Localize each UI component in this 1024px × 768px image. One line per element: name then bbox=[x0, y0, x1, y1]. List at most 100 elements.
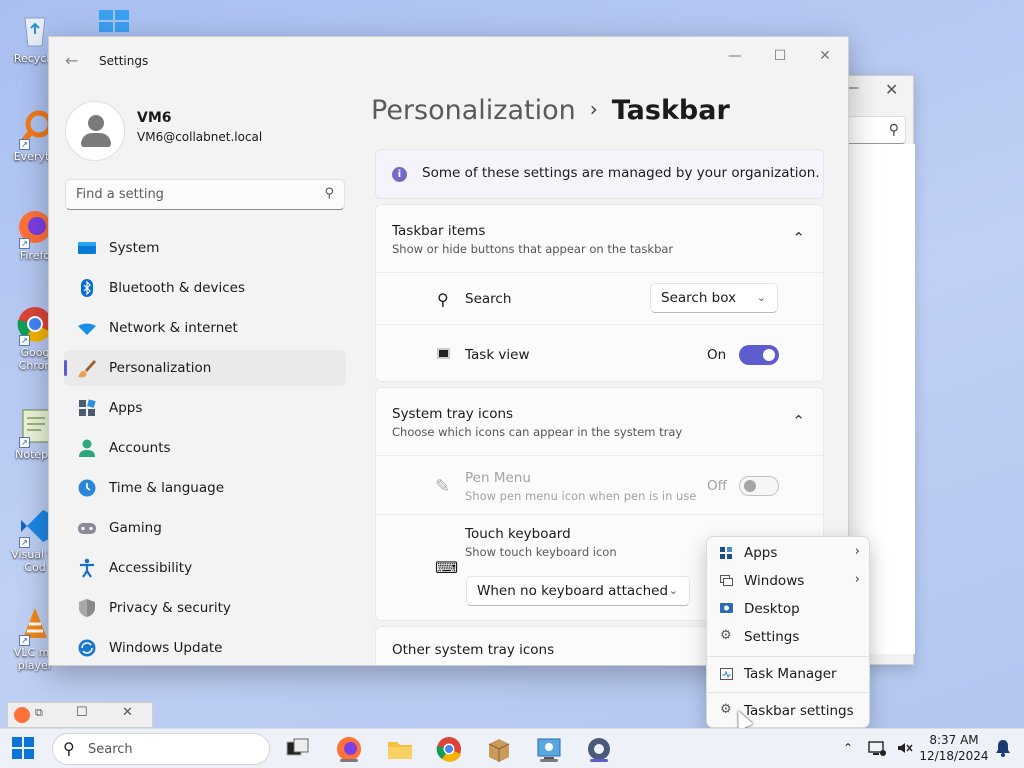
section-subtitle: Show or hide buttons that appear on the … bbox=[392, 242, 674, 256]
firefox-mini-window[interactable]: ⧉ ☐ ✕ bbox=[7, 702, 153, 728]
maximize-button[interactable]: ☐ bbox=[757, 41, 803, 71]
sidebar-item-windows-update[interactable]: Windows Update bbox=[64, 630, 346, 665]
background-search-box[interactable]: ⚲ bbox=[846, 116, 906, 144]
task-view-toggle[interactable] bbox=[739, 345, 779, 365]
close-button[interactable]: ✕ bbox=[802, 41, 848, 71]
menu-item-apps[interactable]: Apps › bbox=[711, 539, 866, 567]
sidebar-item-label: System bbox=[109, 240, 160, 256]
taskbar-control-panel[interactable] bbox=[535, 735, 563, 763]
task-view-button[interactable] bbox=[284, 735, 312, 763]
touch-keyboard-label: Touch keyboard bbox=[465, 526, 571, 542]
system-icon bbox=[77, 238, 97, 258]
touch-keyboard-subtitle: Show touch keyboard icon bbox=[465, 545, 617, 559]
sidebar-item-label: Bluetooth & devices bbox=[109, 280, 246, 296]
sidebar-item-label: Accessibility bbox=[109, 560, 193, 576]
taskbar-chrome[interactable] bbox=[435, 735, 463, 763]
windows-stack-icon bbox=[720, 575, 733, 587]
taskbar-items-card: Taskbar items Show or hide buttons that … bbox=[375, 204, 824, 382]
taskbar-firefox[interactable] bbox=[335, 735, 363, 763]
start-button[interactable] bbox=[10, 735, 38, 763]
menu-item-windows[interactable]: Windows › bbox=[711, 567, 866, 595]
folder-icon bbox=[388, 742, 412, 759]
notification-bell-icon[interactable] bbox=[995, 739, 1011, 761]
menu-item-desktop[interactable]: Desktop bbox=[711, 595, 866, 623]
section-subtitle: Choose which icons can appear in the sys… bbox=[392, 425, 683, 439]
back-arrow-icon[interactable]: ← bbox=[65, 51, 78, 70]
dropdown-value: When no keyboard attached bbox=[477, 583, 669, 599]
sidebar-nav: System Bluetooth & devices Network & int… bbox=[64, 230, 346, 665]
toggle-state-label: Off bbox=[707, 478, 727, 494]
gaming-icon bbox=[77, 518, 97, 538]
sidebar-item-system[interactable]: System bbox=[64, 230, 346, 266]
pen-menu-label: Pen Menu bbox=[465, 470, 531, 486]
close-icon[interactable]: ✕ bbox=[122, 705, 133, 720]
sidebar-item-accounts[interactable]: Accounts bbox=[64, 430, 346, 466]
section-title: Taskbar items bbox=[392, 223, 486, 239]
package-icon bbox=[488, 739, 510, 762]
info-text: Some of these settings are managed by yo… bbox=[422, 165, 820, 181]
system-tray-header[interactable]: System tray icons Choose which icons can… bbox=[376, 388, 823, 455]
update-icon bbox=[77, 638, 97, 658]
keyboard-icon: ⌨ bbox=[435, 558, 459, 577]
chevron-down-icon: ⌄ bbox=[756, 291, 766, 304]
task-view-icon bbox=[286, 738, 309, 756]
taskbar-settings[interactable] bbox=[585, 735, 613, 763]
search-setting-label: Search bbox=[465, 291, 512, 307]
taskbar-items-header[interactable]: Taskbar items Show or hide buttons that … bbox=[376, 205, 823, 272]
sidebar-item-accessibility[interactable]: Accessibility bbox=[64, 550, 346, 586]
menu-item-label: Desktop bbox=[744, 601, 800, 617]
search-mode-dropdown[interactable]: Search box ⌄ bbox=[650, 283, 778, 313]
chevron-right-icon: › bbox=[854, 544, 860, 559]
minimize-button[interactable]: — bbox=[712, 41, 758, 71]
taskbar: ⚲ Search ⌃ 8:37 AM 12/18/2024 bbox=[0, 728, 1024, 768]
taskbar-clock[interactable]: 8:37 AM 12/18/2024 bbox=[918, 732, 990, 764]
taskbar-file-explorer[interactable] bbox=[386, 735, 414, 763]
taskbar-search[interactable]: ⚲ Search bbox=[52, 733, 270, 765]
breadcrumb-parent[interactable]: Personalization bbox=[371, 95, 576, 126]
section-title: System tray icons bbox=[392, 406, 514, 422]
chevron-up-icon[interactable]: ⌃ bbox=[843, 741, 853, 755]
page-title: Taskbar bbox=[611, 95, 730, 126]
shield-icon bbox=[77, 598, 97, 618]
sidebar-item-bluetooth[interactable]: Bluetooth & devices bbox=[64, 270, 346, 306]
taskbar-archive-app[interactable] bbox=[485, 735, 513, 763]
chevron-up-icon[interactable]: ⌃ bbox=[792, 229, 805, 247]
network-icon[interactable] bbox=[868, 739, 886, 761]
accessibility-icon bbox=[77, 558, 97, 578]
menu-item-label: Taskbar settings bbox=[744, 703, 854, 719]
search-setting-row: ⚲ Search Search box ⌄ bbox=[376, 272, 823, 324]
maximize-icon[interactable]: ☐ bbox=[76, 705, 88, 720]
search-input[interactable] bbox=[66, 180, 311, 209]
touch-keyboard-dropdown[interactable]: When no keyboard attached ⌄ bbox=[466, 576, 690, 606]
user-name: VM6 bbox=[137, 110, 172, 126]
sidebar-item-personalization[interactable]: Personalization bbox=[64, 350, 346, 386]
sidebar-item-gaming[interactable]: Gaming bbox=[64, 510, 346, 546]
menu-item-label: Task Manager bbox=[744, 666, 837, 682]
sidebar-item-time-language[interactable]: Time & language bbox=[64, 470, 346, 506]
close-icon[interactable]: ✕ bbox=[885, 80, 898, 99]
sidebar-item-label: Gaming bbox=[109, 520, 162, 536]
volume-muted-icon[interactable] bbox=[896, 739, 914, 761]
info-icon: i bbox=[392, 167, 407, 182]
gear-icon: ⚙ bbox=[720, 702, 732, 717]
breadcrumb-separator: › bbox=[589, 97, 598, 121]
sidebar-item-privacy[interactable]: Privacy & security bbox=[64, 590, 346, 626]
accounts-icon bbox=[77, 438, 97, 458]
find-setting-box[interactable]: ⚲ bbox=[65, 179, 345, 210]
chevron-up-icon[interactable]: ⌃ bbox=[792, 412, 805, 430]
chevron-down-icon: ⌄ bbox=[668, 584, 678, 597]
apps-icon bbox=[77, 398, 97, 418]
managed-info-banner: i Some of these settings are managed by … bbox=[375, 149, 824, 199]
menu-item-settings[interactable]: ⚙ Settings bbox=[711, 623, 866, 651]
sidebar-item-network[interactable]: Network & internet bbox=[64, 310, 346, 346]
menu-item-task-manager[interactable]: Task Manager bbox=[711, 660, 866, 688]
chrome-icon bbox=[436, 737, 461, 762]
user-email: VM6@collabnet.local bbox=[137, 130, 263, 144]
menu-separator bbox=[707, 692, 869, 693]
pen-icon: ✎ bbox=[435, 476, 451, 497]
sidebar-item-apps[interactable]: Apps bbox=[64, 390, 346, 426]
restore-icon[interactable]: ⧉ bbox=[35, 706, 43, 720]
menu-item-label: Apps bbox=[744, 545, 778, 561]
menu-item-label: Settings bbox=[744, 629, 800, 645]
pen-menu-toggle[interactable] bbox=[739, 476, 779, 496]
